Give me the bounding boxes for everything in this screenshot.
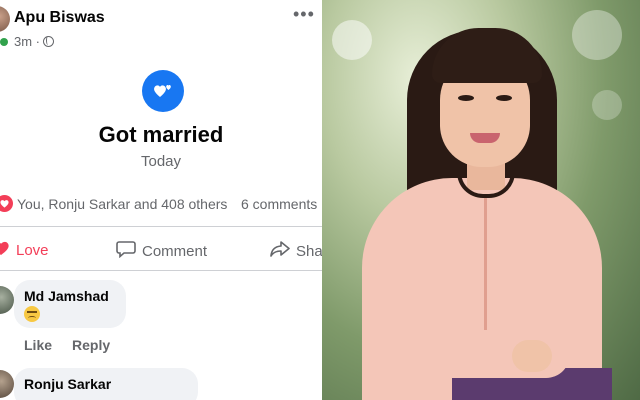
online-status-dot xyxy=(0,38,8,46)
share-arrow-icon xyxy=(270,240,290,262)
share-button[interactable]: Sha xyxy=(270,240,322,262)
post-actions-bar: Love Comment Sha xyxy=(0,232,322,266)
background-bokeh xyxy=(332,20,372,60)
hand xyxy=(512,340,552,372)
globe-icon xyxy=(43,36,54,47)
facebook-post-panel: Apu Biswas 3m · ••• Got married Today Yo… xyxy=(0,0,322,400)
share-label: Sha xyxy=(296,242,322,260)
commenter-avatar[interactable] xyxy=(0,370,14,398)
love-label: Love xyxy=(16,241,49,259)
post-meta: 3m · xyxy=(14,34,54,49)
life-event-title: Got married xyxy=(98,122,224,147)
eye xyxy=(458,95,474,101)
heart-icon xyxy=(0,240,10,260)
post-author-name[interactable]: Apu Biswas xyxy=(14,9,105,27)
commenter-name[interactable]: Md Jamshad xyxy=(24,288,109,304)
life-event-date: Today xyxy=(140,153,182,170)
comment-reply-button[interactable]: Reply xyxy=(72,337,110,353)
comment-like-button[interactable]: Like xyxy=(24,337,52,353)
commenter-avatar[interactable] xyxy=(0,286,14,314)
reactions-summary[interactable]: You, Ronju Sarkar and 408 others 6 comme… xyxy=(0,194,322,214)
hearts-icon xyxy=(142,70,184,112)
background-bokeh xyxy=(572,10,622,60)
disappointed-face-emoji-icon xyxy=(24,306,40,322)
portrait-photo xyxy=(322,0,640,400)
eye xyxy=(496,95,512,101)
love-reaction-icon xyxy=(0,195,13,212)
comment-label: Comment xyxy=(142,242,208,260)
comment-bubble: Md Jamshad xyxy=(14,280,126,328)
comment-bubble: Ronju Sarkar xyxy=(14,368,198,400)
comment-bubble-icon xyxy=(116,240,136,262)
lips xyxy=(470,133,500,143)
more-options-button[interactable]: ••• xyxy=(293,4,315,25)
background-bokeh xyxy=(592,90,622,120)
divider xyxy=(0,226,322,227)
divider xyxy=(0,270,322,271)
post-header: Apu Biswas 3m · ••• xyxy=(0,0,322,56)
love-button[interactable]: Love xyxy=(0,240,49,260)
reactions-text[interactable]: You, Ronju Sarkar and 408 others xyxy=(17,196,227,212)
post-time[interactable]: 3m · xyxy=(14,34,40,49)
comment-button[interactable]: Comment xyxy=(116,240,207,262)
author-avatar[interactable] xyxy=(0,6,10,32)
commenter-name[interactable]: Ronju Sarkar xyxy=(24,376,111,392)
comment-actions: Like Reply xyxy=(24,337,110,353)
comments-count[interactable]: 6 comments xyxy=(241,196,317,212)
